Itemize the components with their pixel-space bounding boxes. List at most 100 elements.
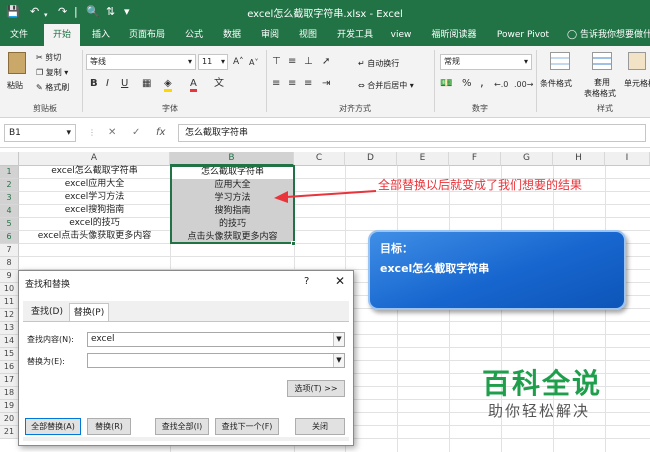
- align-right-icon[interactable]: ≡: [304, 78, 312, 90]
- cancel-icon[interactable]: ✕: [108, 127, 116, 138]
- grow-font-icon[interactable]: A˄: [233, 56, 244, 68]
- column-header[interactable]: E: [397, 152, 449, 166]
- tab-view-en[interactable]: view: [386, 24, 416, 46]
- paste-button[interactable]: 粘贴: [4, 50, 30, 98]
- fill-handle[interactable]: [291, 241, 296, 246]
- merge-center-button[interactable]: ⇔ 合并后居中 ▾: [358, 80, 414, 91]
- decrease-decimal-icon[interactable]: .00→: [514, 79, 533, 91]
- row-header[interactable]: 5: [0, 218, 19, 231]
- cell-a2[interactable]: excel应用大全: [19, 178, 170, 191]
- find-next-button[interactable]: 查找下一个(F): [215, 418, 279, 435]
- underline-button[interactable]: U: [121, 78, 128, 90]
- name-box[interactable]: B1 ▾: [4, 124, 76, 142]
- font-size-select[interactable]: 11 ▾: [198, 54, 228, 70]
- column-header[interactable]: C: [294, 152, 345, 166]
- phonetic-icon[interactable]: 文: [214, 78, 224, 90]
- tab-formulas[interactable]: 公式: [178, 24, 210, 46]
- tab-data[interactable]: 数据: [216, 24, 248, 46]
- tell-me-box[interactable]: ◯ 告诉我你想要做什么: [567, 24, 650, 46]
- row-header[interactable]: 18: [0, 387, 19, 400]
- format-as-table-button[interactable]: 套用 表格格式: [584, 50, 620, 98]
- italic-button[interactable]: I: [106, 78, 109, 90]
- copy-button[interactable]: ❐ 复制 ▾: [36, 67, 68, 78]
- row-header[interactable]: 19: [0, 400, 19, 413]
- comma-button[interactable]: ,: [480, 76, 484, 88]
- row-header[interactable]: 1: [0, 166, 19, 179]
- tab-home[interactable]: 开始: [44, 24, 80, 46]
- align-center-icon[interactable]: ≡: [288, 78, 296, 90]
- shrink-font-icon[interactable]: A˅: [249, 57, 258, 69]
- row-header[interactable]: 15: [0, 348, 19, 361]
- row-header[interactable]: 17: [0, 374, 19, 387]
- row-header[interactable]: 4: [0, 205, 19, 218]
- tab-page-layout[interactable]: 页面布局: [122, 24, 172, 46]
- column-header[interactable]: A: [19, 152, 170, 166]
- indent-icon[interactable]: ⇥: [322, 78, 330, 90]
- cell-a4[interactable]: excel搜狗指南: [19, 204, 170, 217]
- align-left-icon[interactable]: ≡: [272, 78, 280, 90]
- borders-icon[interactable]: ▦: [142, 78, 151, 90]
- enter-icon[interactable]: ✓: [132, 127, 140, 138]
- row-header[interactable]: 7: [0, 244, 19, 257]
- row-header[interactable]: 21: [0, 426, 19, 439]
- column-header[interactable]: F: [449, 152, 501, 166]
- row-header[interactable]: 9: [0, 270, 19, 283]
- conditional-formatting-button[interactable]: 条件格式: [540, 50, 580, 98]
- row-header[interactable]: 2: [0, 179, 19, 192]
- cut-button[interactable]: ✂ 剪切: [36, 52, 61, 63]
- font-name-select[interactable]: 等线 ▾: [86, 54, 196, 70]
- row-header[interactable]: 11: [0, 296, 19, 309]
- row-header[interactable]: 3: [0, 192, 19, 205]
- formula-input[interactable]: 怎么截取字符串: [178, 124, 646, 142]
- tab-replace[interactable]: 替换(P): [69, 303, 109, 321]
- tab-developer[interactable]: 开发工具: [330, 24, 380, 46]
- cell-a5[interactable]: excel的技巧: [19, 217, 170, 230]
- row-header[interactable]: 13: [0, 322, 19, 335]
- format-painter-button[interactable]: ✎ 格式刷: [36, 82, 69, 93]
- row-header[interactable]: 14: [0, 335, 19, 348]
- row-header[interactable]: 10: [0, 283, 19, 296]
- close-icon[interactable]: ✕: [335, 274, 345, 288]
- replace-all-button[interactable]: 全部替换(A): [25, 418, 81, 435]
- column-header[interactable]: B: [170, 152, 294, 166]
- number-format-select[interactable]: 常规 ▾: [440, 54, 532, 70]
- row-header[interactable]: 16: [0, 361, 19, 374]
- bold-button[interactable]: B: [90, 78, 98, 90]
- percent-button[interactable]: %: [462, 78, 472, 90]
- tab-file[interactable]: 文件: [4, 24, 34, 46]
- orientation-icon[interactable]: ➚: [322, 56, 330, 68]
- chevron-down-icon[interactable]: ▼: [333, 354, 344, 367]
- increase-decimal-icon[interactable]: ←.0: [494, 79, 508, 91]
- cell-a1[interactable]: excel怎么截取字符串: [19, 165, 170, 178]
- currency-icon[interactable]: 💵: [440, 78, 452, 90]
- tab-review[interactable]: 审阅: [254, 24, 286, 46]
- column-header[interactable]: H: [553, 152, 605, 166]
- chevron-down-icon[interactable]: ▼: [333, 333, 344, 346]
- cell-a3[interactable]: excel学习方法: [19, 191, 170, 204]
- wrap-text-button[interactable]: ↵ 自动换行: [358, 58, 399, 69]
- cell-a6[interactable]: excel点击头像获取更多内容: [19, 230, 170, 243]
- cell-styles-button[interactable]: 单元格样式: [624, 50, 650, 98]
- tab-foxit-reader[interactable]: 福昕阅读器: [424, 24, 484, 46]
- tab-power-pivot[interactable]: Power Pivot: [490, 24, 556, 46]
- help-icon[interactable]: ?: [304, 276, 309, 287]
- tab-view[interactable]: 视图: [292, 24, 324, 46]
- fill-color-icon[interactable]: ◈: [164, 78, 172, 92]
- font-color-icon[interactable]: A: [190, 78, 197, 92]
- row-header[interactable]: 8: [0, 257, 19, 270]
- select-all-corner[interactable]: [0, 152, 19, 166]
- row-header[interactable]: 6: [0, 231, 19, 244]
- find-what-input[interactable]: excel ▼: [87, 332, 345, 347]
- tab-insert[interactable]: 插入: [86, 24, 116, 46]
- row-header[interactable]: 12: [0, 309, 19, 322]
- insert-function-icon[interactable]: fx: [156, 127, 165, 138]
- replace-with-input[interactable]: ▼: [87, 353, 345, 368]
- close-button[interactable]: 关闭: [295, 418, 345, 435]
- options-button[interactable]: 选项(T) >>: [287, 380, 345, 397]
- align-bottom-icon[interactable]: ⊥: [304, 56, 313, 68]
- row-header[interactable]: 20: [0, 413, 19, 426]
- align-top-icon[interactable]: ⊤: [272, 56, 281, 68]
- column-header[interactable]: G: [501, 152, 553, 166]
- align-middle-icon[interactable]: ≡: [288, 56, 296, 68]
- find-all-button[interactable]: 查找全部(I): [155, 418, 209, 435]
